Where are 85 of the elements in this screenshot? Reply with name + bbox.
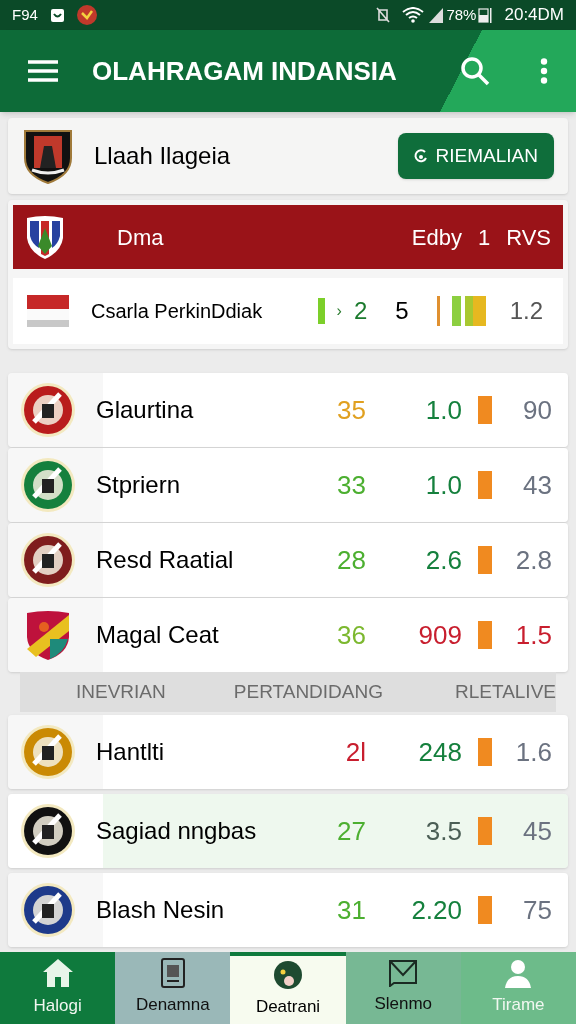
column-header[interactable]: INEVRIAN bbox=[20, 677, 218, 707]
indicator-bar bbox=[478, 546, 492, 574]
featured-label: Edby bbox=[411, 223, 462, 252]
column-header[interactable]: PERTANDIDANG bbox=[217, 677, 415, 707]
stat-value: 2l bbox=[344, 735, 366, 769]
status-carrier: F94 bbox=[12, 4, 38, 25]
stat-value: 248 bbox=[417, 735, 462, 769]
stat-value: 27 bbox=[336, 814, 366, 848]
stat-value: 33 bbox=[336, 468, 366, 502]
more-options-icon[interactable] bbox=[540, 58, 548, 84]
featured-row-name: Csarla PerkinDdiak bbox=[91, 299, 264, 324]
stat-value: 2.20 bbox=[410, 893, 462, 927]
app-title: OLAHRAGAM INDANSIA bbox=[92, 54, 398, 88]
indicator-bar bbox=[317, 298, 325, 324]
stat-value: 1.0 bbox=[424, 393, 462, 427]
team-name: Sagiad nngbas bbox=[96, 816, 258, 846]
featured-number: 1 bbox=[477, 223, 491, 252]
team-row[interactable]: Blash Nesin 31 2.20 75 bbox=[8, 873, 568, 947]
team-name: Glaurtina bbox=[96, 395, 195, 425]
featured-team-name: Dma bbox=[117, 223, 165, 252]
team-row[interactable]: Stpriern 33 1.0 43 bbox=[8, 448, 568, 522]
nav-tab[interactable]: Halogi bbox=[0, 952, 116, 1024]
team-row[interactable]: Hantlti 2l 248 1.6 bbox=[8, 715, 568, 789]
stat-value: 45 bbox=[522, 814, 552, 848]
indicator-bar bbox=[478, 738, 492, 766]
arrow-glyph: › bbox=[336, 301, 342, 321]
signal-icon bbox=[428, 7, 445, 23]
score: 2 bbox=[353, 296, 368, 326]
nav-tab[interactable]: Denamna bbox=[115, 952, 231, 1024]
notification-icon bbox=[49, 7, 65, 23]
club-button[interactable]: RIEMALIAN bbox=[397, 133, 554, 179]
indicator-bar bbox=[478, 471, 492, 499]
nav-tab[interactable]: Slenmo bbox=[345, 952, 461, 1024]
menu-icon[interactable] bbox=[28, 60, 58, 82]
value-text: 1.2 bbox=[509, 296, 543, 326]
team-row[interactable]: Magal Ceat 36 909 1.5 bbox=[8, 598, 568, 672]
stat-value: 1.0 bbox=[424, 468, 462, 502]
club-name: Llaah Ilageia bbox=[94, 141, 232, 171]
team-row[interactable]: Glaurtina 35 1.0 90 bbox=[8, 373, 568, 447]
crest-icon bbox=[22, 128, 74, 184]
indicator-bar bbox=[478, 817, 492, 845]
nav-tab[interactable]: Deatrani bbox=[230, 952, 346, 1024]
team-name: Blash Nesin bbox=[96, 895, 226, 925]
ball-icon bbox=[273, 960, 303, 991]
bar-indicator-icon bbox=[451, 296, 486, 326]
document-icon bbox=[160, 958, 185, 989]
flag-shield-icon bbox=[25, 214, 65, 260]
stat-value: 35 bbox=[336, 393, 366, 427]
app-notification-icon bbox=[76, 5, 97, 25]
team-name: Stpriern bbox=[96, 470, 182, 500]
featured-code: RVS bbox=[506, 223, 551, 252]
stat-value: 1.6 bbox=[514, 735, 552, 769]
search-icon[interactable] bbox=[460, 56, 490, 86]
stat-value: 909 bbox=[417, 618, 462, 652]
refresh-icon bbox=[413, 148, 428, 164]
stat-value: 31 bbox=[336, 893, 366, 927]
battery-percentage: 78% bbox=[446, 4, 477, 25]
stat-value: 90 bbox=[522, 393, 552, 427]
flag-icon bbox=[27, 295, 69, 327]
stat-value: 2.8 bbox=[514, 543, 552, 577]
team-name: Resd Raatial bbox=[96, 545, 235, 575]
mute-icon bbox=[376, 7, 391, 23]
marker-line bbox=[436, 296, 440, 326]
stat-value: 3.5 bbox=[424, 814, 462, 848]
column-header[interactable]: RLETALIVE bbox=[414, 677, 556, 707]
stat-value: 36 bbox=[336, 618, 366, 652]
team-row[interactable]: Resd Raatial 28 2.6 2.8 bbox=[8, 523, 568, 597]
indicator-bar bbox=[478, 396, 492, 424]
stat-value: 2.6 bbox=[424, 543, 462, 577]
team-row[interactable]: Sagiad nngbas 27 3.5 45 bbox=[8, 794, 568, 868]
stat-value: 1.5 bbox=[514, 618, 552, 652]
stat-value: 28 bbox=[336, 543, 366, 577]
indicator-bar bbox=[478, 621, 492, 649]
person-icon bbox=[503, 958, 534, 989]
team-name: Magal Ceat bbox=[96, 620, 220, 650]
stat-value: 75 bbox=[522, 893, 552, 927]
stat-value: 43 bbox=[522, 468, 552, 502]
status-time: 20:4DM bbox=[504, 4, 564, 27]
score: 5 bbox=[395, 296, 409, 326]
home-icon bbox=[41, 957, 74, 990]
indicator-bar bbox=[478, 896, 492, 924]
team-name: Hantlti bbox=[96, 737, 166, 767]
wifi-icon bbox=[402, 7, 425, 23]
battery-icon bbox=[478, 7, 493, 23]
envelope-icon bbox=[388, 959, 419, 988]
